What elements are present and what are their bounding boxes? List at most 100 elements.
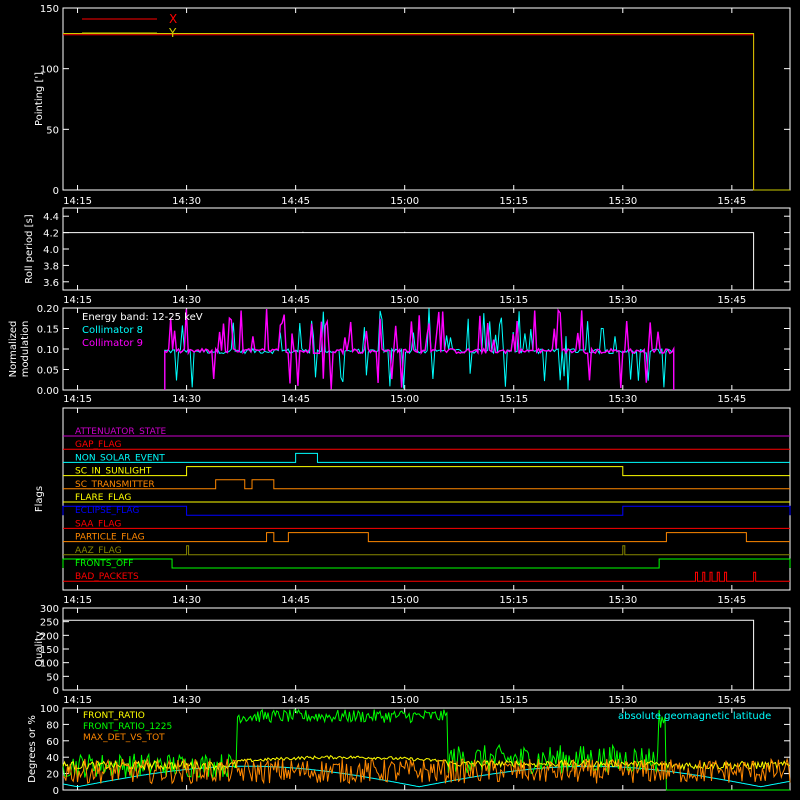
modulation-ytick-label: 0.00 [37,386,59,397]
modulation-xtick-label: 15:15 [499,394,528,405]
modulation-annotation: Energy band: 12-25 keV [82,312,203,323]
pointing-xtick-label: 15:45 [717,196,746,207]
ratios-legend-label: MAX_DET_VS_TOT [83,733,165,743]
modulation-ytick-label: 0.05 [37,366,59,377]
flag-label: BAD_PACKETS [75,572,139,582]
modulation-xtick-label: 15:45 [717,394,746,405]
roll-ytick-label: 4.0 [43,245,59,256]
modulation-xtick-label: 14:45 [281,394,310,405]
quality-ytick-label: 0 [53,686,59,697]
pointing-xtick-label: 15:30 [608,196,637,207]
quality-xtick-label: 15:45 [717,695,746,706]
roll-xtick-label: 14:45 [281,295,310,306]
quality-xtick-label: 14:15 [63,695,92,706]
ratios-ylabel: Degrees or % [27,715,38,783]
quality-ytick-label: 50 [46,672,59,683]
pointing-ytick-label: 0 [53,186,59,197]
modulation-ytick-label: 0.10 [37,345,59,356]
ratios-legend-label: FRONT_RATIO_1225 [83,722,172,732]
flags-xtick-label: 15:00 [390,595,419,606]
flag-line [63,452,790,463]
modulation-ytick-label: 0.15 [37,325,59,336]
flag-label: AAZ_FLAG [75,546,122,556]
flag-label: SAA_FLAG [75,519,121,529]
quality-ytick-label: 250 [40,618,59,629]
pointing-xtick-label: 15:00 [390,196,419,207]
flag-label: ECLIPSE_FLAG [75,506,139,516]
roll-xtick-label: 15:45 [717,295,746,306]
ratios-ytick-label: 40 [46,753,59,764]
modulation-xtick-label: 15:30 [608,394,637,405]
quality-ytick-label: 300 [40,604,59,615]
roll-frame [62,207,791,291]
pointing-series-X [63,34,790,191]
flag-line [63,571,790,582]
ratios-ytick-label: 100 [40,704,59,715]
roll-xtick-label: 14:30 [172,295,201,306]
flag-label: PARTICLE_FLAG [75,533,145,543]
quality-xtick-label: 15:30 [608,695,637,706]
ratios-ytick-label: 80 [46,720,59,731]
flag-label: NON_SOLAR_EVENT [75,453,165,463]
flags-xtick-label: 14:15 [63,595,92,606]
flag-label: SC_IN_SUNLIGHT [75,467,152,477]
modulation-legend-label: Collimator 9 [82,338,143,349]
roll-xtick-label: 15:15 [499,295,528,306]
roll-ytick-label: 4.2 [43,229,59,240]
flag-label: FRONTS_OFF [75,559,133,569]
ratios-ytick-label: 60 [46,737,59,748]
flags-xtick-label: 15:30 [608,595,637,606]
modulation-legend-label: Collimator 8 [82,325,143,336]
pointing-legend-label: Y [168,26,177,40]
flag-line [63,466,790,477]
flag-line [62,558,791,569]
flags-xtick-label: 15:45 [717,595,746,606]
quality-series [63,619,755,690]
quality-xtick-label: 14:30 [172,695,201,706]
roll-ytick-label: 3.8 [43,261,59,272]
pointing-ytick-label: 150 [40,4,59,15]
ratios-legend-label: absolute geomagnetic latitude [618,711,771,722]
flag-line [63,545,790,556]
flag-label: GAP_FLAG [75,440,121,450]
roll-ytick-label: 3.6 [43,278,59,289]
ratios-ytick-label: 0 [53,786,59,797]
modulation-ylabel: Normalized [8,321,19,378]
flag-line [63,479,790,490]
flag-label: FLARE_FLAG [75,493,131,503]
ratios-ytick-label: 20 [46,770,59,781]
modulation-xtick-label: 14:30 [172,394,201,405]
quality-xtick-label: 15:00 [390,695,419,706]
roll-ylabel: Roll period [s] [24,214,35,283]
flag-line [62,505,791,516]
figure: 0 50 100 150 14:15 14:30 14:45 15:00 15:15 15:30 1… [8,4,791,797]
roll-ytick-label: 4.4 [43,212,59,223]
pointing-ytick-label: 50 [46,125,59,136]
modulation-ylabel: modulation [20,321,31,378]
flags-xtick-label: 14:45 [281,595,310,606]
pointing-xtick-label: 14:45 [281,196,310,207]
pointing-xtick-label: 14:30 [172,196,201,207]
quality-xtick-label: 14:45 [281,695,310,706]
flags-xtick-label: 14:30 [172,595,201,606]
flags-ylabel: Flags [34,486,45,512]
quality-xtick-label: 15:15 [499,695,528,706]
pointing-ylabel: Pointing ['] [34,72,45,126]
roll-xtick-label: 15:00 [390,295,419,306]
flag-label: SC_TRANSMITTER [75,480,155,490]
quality-ylabel: Quality [34,631,45,667]
pointing-xtick-label: 14:15 [63,196,92,207]
flags-xtick-label: 15:15 [499,595,528,606]
ratios-legend-label: FRONT_RATIO [83,711,145,721]
pointing-legend-label: X [169,12,177,26]
modulation-ytick-label: 0.20 [37,304,59,315]
pointing-series-Y [63,33,790,191]
modulation-series-9 [164,308,675,390]
pointing-xtick-label: 15:15 [499,196,528,207]
roll-series [63,232,755,290]
roll-xtick-label: 15:30 [608,295,637,306]
modulation-xtick-label: 14:15 [63,394,92,405]
modulation-xtick-label: 15:00 [390,394,419,405]
flag-label: ATTENUATOR_STATE [75,427,167,437]
flag-line [63,532,790,543]
